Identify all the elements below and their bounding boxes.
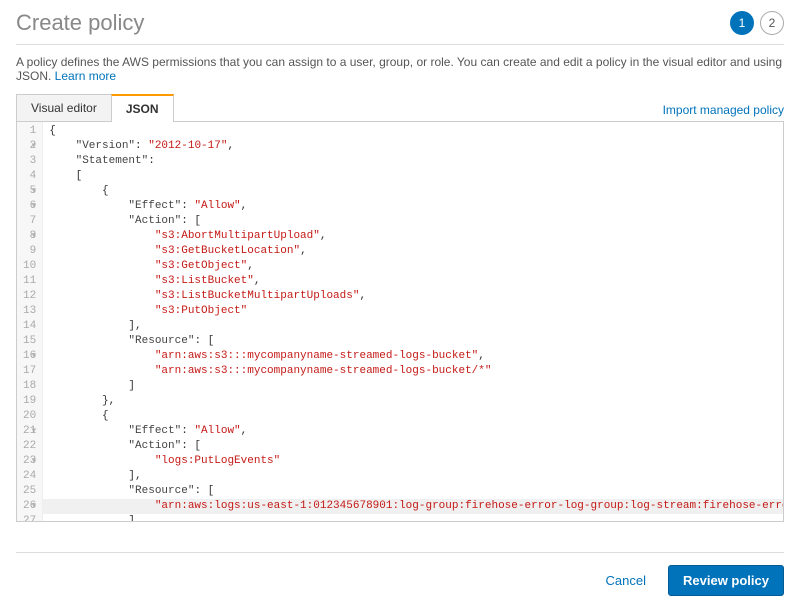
- line-gutter: 1 ▾234 ▾5 ▾67 ▾89101112131415 ▾161718192…: [17, 122, 43, 521]
- tab-json[interactable]: JSON: [111, 94, 174, 122]
- page-title: Create policy: [16, 10, 144, 36]
- footer: Cancel Review policy: [16, 552, 784, 596]
- description: A policy defines the AWS permissions tha…: [16, 55, 784, 83]
- code-area[interactable]: { "Version": "2012-10-17", "Statement": …: [43, 122, 784, 521]
- tab-row: Visual editor JSON Import managed policy: [16, 93, 784, 122]
- tab-visual-editor[interactable]: Visual editor: [16, 94, 112, 121]
- learn-more-link[interactable]: Learn more: [55, 69, 116, 83]
- review-policy-button[interactable]: Review policy: [668, 565, 784, 596]
- cancel-button[interactable]: Cancel: [596, 567, 656, 594]
- import-managed-policy-link[interactable]: Import managed policy: [663, 103, 784, 121]
- description-text: A policy defines the AWS permissions tha…: [16, 55, 782, 83]
- json-editor[interactable]: 1 ▾234 ▾5 ▾67 ▾89101112131415 ▾161718192…: [16, 122, 784, 522]
- step-indicator: 1 2: [730, 11, 784, 35]
- page-header: Create policy 1 2: [16, 10, 784, 45]
- step-2[interactable]: 2: [760, 11, 784, 35]
- step-1[interactable]: 1: [730, 11, 754, 35]
